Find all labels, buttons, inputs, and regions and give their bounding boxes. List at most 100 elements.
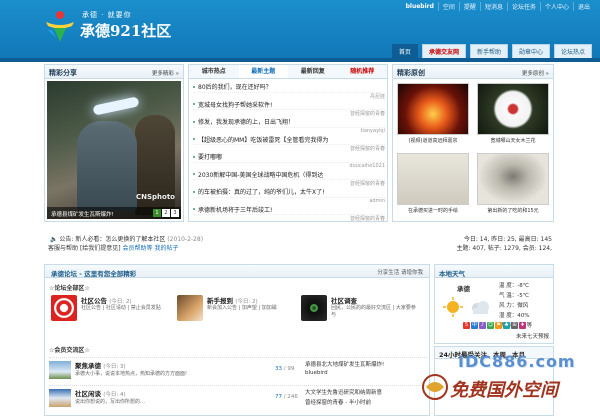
gallery-caption[interactable]: 宽城哪山天女木兰花 [477, 137, 549, 144]
board-name-text[interactable]: 社区闲谈 [75, 390, 101, 398]
list-item-meta: 丹尼娃 [193, 93, 385, 100]
bullet-icon [193, 138, 195, 141]
post-author[interactable]: doucaihe1021 [349, 163, 385, 169]
weather-forecast-link[interactable]: 未来七天预报 [516, 332, 549, 340]
list-item[interactable]: 修发，我发现承德的上，日出飞翔！ [193, 117, 385, 128]
forum-title[interactable]: 承德论坛 - 这里有您全部精彩 [51, 268, 136, 278]
board-name-text[interactable]: 社区公告 [81, 297, 107, 305]
gallery-item[interactable]: 第出新的了吃的和15元 [477, 153, 549, 214]
tool-icon[interactable]: ☺ [487, 322, 494, 329]
section-title[interactable]: ☆论坛全部区☆ [49, 283, 90, 292]
post-title[interactable]: 修发，我发现承德的上，日出飞翔！ [198, 117, 294, 126]
tool-icon[interactable]: ♪ [479, 322, 486, 329]
gallery-caption[interactable]: 第出新的了吃的和15元 [477, 207, 549, 214]
last-post[interactable]: 大文学生先鲁迅研究和纳周新意 [305, 388, 382, 396]
nav-medals[interactable]: 勋章中心 [511, 44, 550, 58]
logout-link[interactable]: 退出 [572, 1, 594, 11]
post-author[interactable]: 曾经探窗的青春 [350, 215, 385, 222]
post-author[interactable]: admin [369, 198, 385, 204]
slide-page-3[interactable]: 3 [171, 209, 179, 217]
board-name-text[interactable]: 聚焦承德 [75, 362, 101, 370]
board-desc: 社区公告 | 社区请动 | 禁止会员发贴 [81, 305, 161, 311]
post-title[interactable]: 承德新机场将于三年后竣工! [198, 205, 272, 214]
tasks-link[interactable]: 论坛任务 [506, 1, 540, 11]
username-link[interactable]: bluebird [402, 3, 438, 10]
post-title[interactable]: 要打嘟嘟 [198, 152, 222, 161]
list-item[interactable]: 承德新机场将于三年后竣工! [193, 205, 385, 215]
section-title[interactable]: ☆会员交流区☆ [49, 345, 90, 354]
gallery-thumb-fire[interactable] [397, 83, 469, 135]
tab-random[interactable]: 随机推荐 [338, 65, 388, 78]
profile-link[interactable]: 个人中心 [539, 1, 573, 11]
post-author[interactable]: 曾经探窗的青春 [350, 180, 385, 187]
slide-page-2[interactable]: 2 [162, 209, 170, 217]
tab-city-hot[interactable]: 城市热点 [189, 65, 239, 78]
board-newbie[interactable]: 新手报到 (今日: 2) 新会加入公告 | 加声望 | 加加磁 [177, 295, 297, 331]
list-item[interactable]: 宽城母女找狗子帮她采软件! [193, 100, 385, 110]
board-name[interactable]: 社区调查 [331, 295, 357, 305]
watermark-logo-icon [422, 374, 448, 400]
tool-icon[interactable]: ⊞ [511, 322, 518, 329]
gallery-title: 精彩原创 [397, 69, 425, 77]
slide-page-1[interactable]: 1 [153, 209, 161, 217]
gallery-item[interactable]: 在承德买进一时的手绘 [397, 153, 469, 214]
feedback-link[interactable]: [给我们提意见] [80, 245, 121, 252]
tool-icon[interactable]: 5 [463, 322, 470, 329]
tool-icon[interactable]: 中 [471, 322, 478, 329]
table-row[interactable]: 聚焦承德 (今日: 3) 承德大小事，说说本地热点，热知承德的方方面面! 33 … [49, 357, 427, 383]
post-title[interactable]: 80后的我们，现在还好吗？ [198, 82, 272, 91]
last-post[interactable]: 承德县北大地煤矿发生瓦斯爆炸! [305, 360, 384, 368]
tab-latest-topics[interactable]: 最新主题 [238, 65, 288, 78]
gallery-thumb-portrait[interactable] [477, 153, 549, 205]
nav-hot[interactable]: 论坛热点 [553, 44, 592, 58]
tool-icon[interactable]: ♣ [503, 322, 510, 329]
gallery-caption[interactable]: 在承德买进一时的手绘 [397, 207, 469, 214]
board-name-text[interactable]: 新手报到 [207, 297, 233, 305]
board-name[interactable]: 社区公告 (今日: 2) [81, 295, 132, 305]
last-post-author[interactable]: 曾经探窗的青春 - 半小时前 [305, 398, 371, 406]
last-post-author[interactable]: bluebird [305, 370, 328, 376]
list-item[interactable]: 【超级恶心的MM】吃饭被雷死【全管看完我得为 [193, 135, 385, 145]
board-desc: 回民，公民的的最好交流区 | 大家要参与 [331, 305, 416, 318]
notice-link[interactable]: 提醒 [458, 1, 480, 11]
list-item[interactable]: 2030新解中国-美国全球战略中国危机（得到达 [193, 170, 385, 180]
nav-help[interactable]: 新手帮助 [469, 44, 508, 58]
announcement-link[interactable]: 新人必看：怎么更换的了解本社区 [75, 236, 165, 243]
nav-home[interactable]: 首页 [391, 44, 418, 58]
gallery-thumb-shoes[interactable] [397, 153, 469, 205]
gallery-panel: 精彩原创 更多原创 » (视频)道道高远拜嘉宗 宽城哪山天女木兰花 在承德买进一… [392, 64, 554, 222]
gallery-item[interactable]: (视频)道道高远拜嘉宗 [397, 83, 469, 144]
post-author[interactable]: 曾经探窗的青春 [350, 110, 385, 117]
board-survey[interactable]: 社区调查 回民，公民的的最好交流区 | 大家要参与 [301, 295, 421, 331]
announcement-date: (2010-2-28) [167, 236, 204, 243]
post-title[interactable]: 的车被拍摄：真的过了，纯的爷们儿，太牛X了! [198, 187, 325, 196]
tab-latest-replies[interactable]: 最新回复 [288, 65, 338, 78]
slideshow-image[interactable]: CNSphoto 承德县煤矿发生瓦斯爆炸! 1 2 3 [47, 81, 181, 219]
gallery-thumb-flower[interactable] [477, 83, 549, 135]
nav-dating[interactable]: 承德交友网 [421, 44, 466, 58]
messages-link[interactable]: 短消息 [479, 1, 507, 11]
post-author[interactable]: tianyayiqi [360, 128, 385, 134]
post-author[interactable]: 丹尼娃 [370, 93, 385, 100]
slideshow-more-link[interactable]: 更多精彩 » [152, 69, 179, 77]
board-announcements[interactable]: 社区公告 (今日: 2) 社区公告 | 社区请动 | 禁止会员发贴 [51, 295, 171, 331]
board-name[interactable]: 新手报到 (今日: 2) [207, 295, 258, 305]
site-logo[interactable]: 承德 · 就要你 承德921社区 [42, 8, 172, 48]
gallery-more-link[interactable]: 更多原创 » [522, 69, 549, 77]
board-name[interactable]: 聚焦承德 (今日: 3) [75, 360, 126, 370]
tool-icon[interactable]: ♦ [519, 322, 526, 329]
list-item[interactable]: 80后的我们，现在还好吗？ [193, 82, 385, 93]
post-author[interactable]: 曾经探窗的青春 [350, 145, 385, 152]
board-name[interactable]: 社区闲谈 (今日: 4) [75, 388, 126, 398]
space-link[interactable]: 空间 [437, 1, 459, 11]
gallery-item[interactable]: 宽城哪山天女木兰花 [477, 83, 549, 144]
help-links[interactable]: 会员帮助等 我的帖子 [123, 245, 179, 252]
table-row[interactable]: 社区闲谈 (今日: 4) 说出你想说的，写出你所想的… 77 / 246 大文学… [49, 385, 427, 411]
list-item[interactable]: 的车被拍摄：真的过了，纯的爷们儿，太牛X了! [193, 187, 385, 198]
post-title[interactable]: 宽城母女找狗子帮她采软件! [198, 100, 272, 109]
list-item[interactable]: 要打嘟嘟 [193, 152, 385, 163]
gallery-caption[interactable]: (视频)道道高远拜嘉宗 [397, 137, 469, 144]
tool-icon[interactable]: ⚑ [495, 322, 502, 329]
post-title[interactable]: 【超级恶心的MM】吃饭被雷死【全管看完我得为 [198, 135, 328, 144]
post-title[interactable]: 2030新解中国-美国全球战略中国危机（得到达 [198, 170, 323, 179]
